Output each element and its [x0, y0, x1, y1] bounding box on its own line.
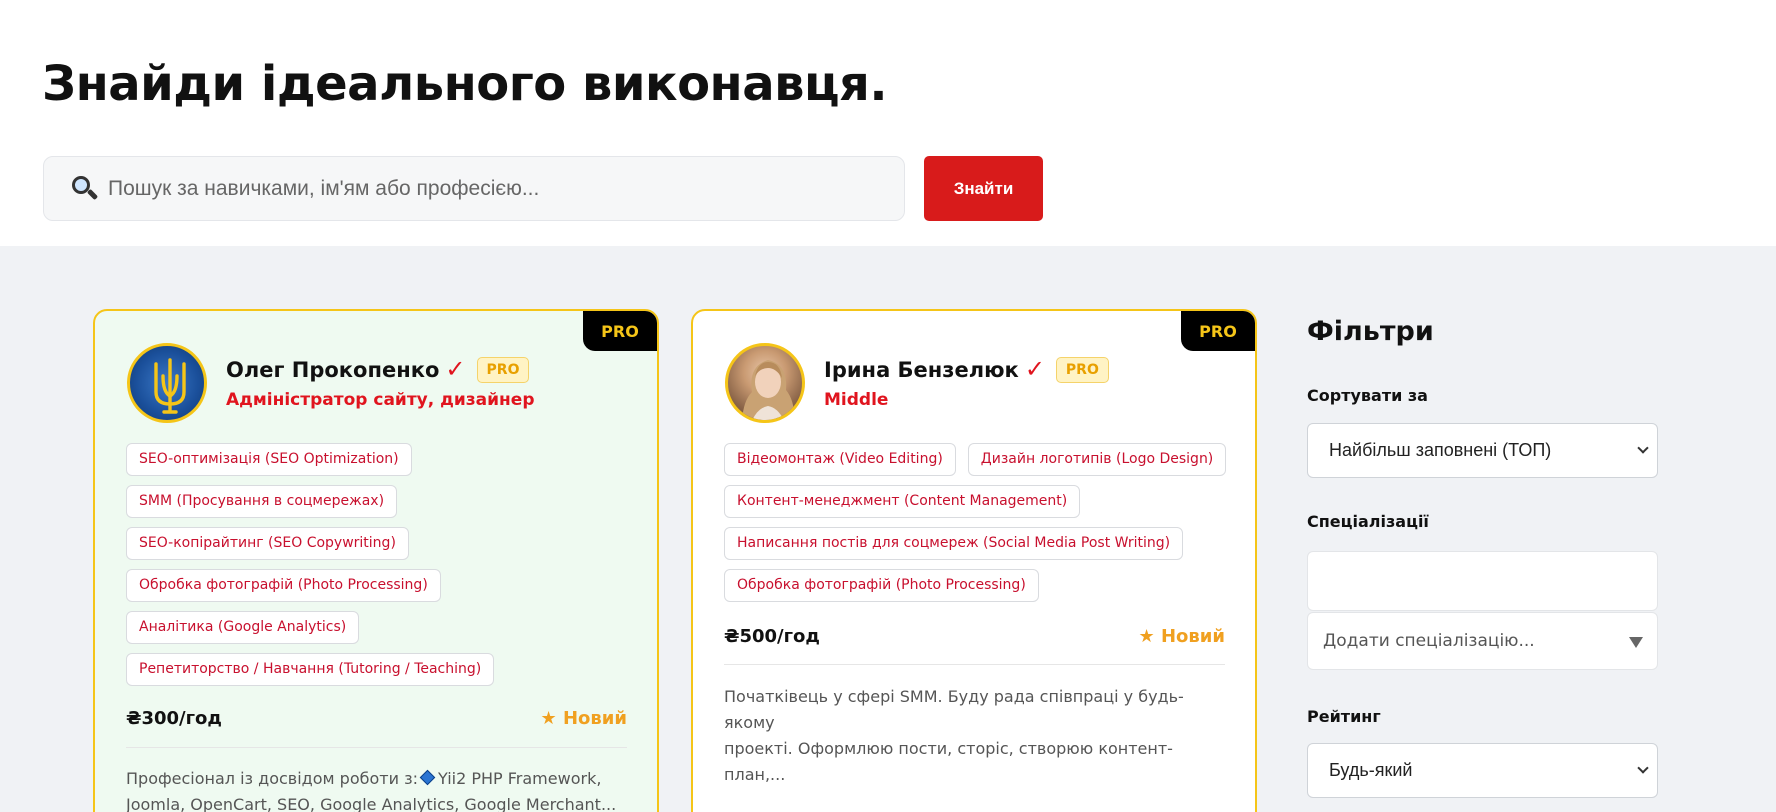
hero-section: Знайди ідеального виконавця. Знайти [0, 0, 1776, 246]
chevron-down-icon [1637, 762, 1649, 774]
skill-tag[interactable]: SMM (Просування в соцмережах) [126, 485, 398, 518]
description-text: Yii2 PHP Framework, [437, 769, 602, 788]
skill-tag[interactable]: Написання постів для соцмереж (Social Me… [724, 527, 1184, 560]
avatar[interactable] [725, 343, 805, 423]
status-badge: ★ Новий [1138, 626, 1225, 647]
description-text: проекті. Оформлюю пости, сторіс, створюю… [724, 739, 1173, 784]
add-specialization-select[interactable]: Додати спеціалізацію... [1307, 612, 1658, 670]
specializations-selected-box[interactable] [1307, 551, 1658, 611]
sort-value: Найбільш заповнені (ТОП) [1329, 440, 1552, 460]
freelancer-card[interactable]: PRO Олег Прокопенко ✓ PRO Адміністратор … [93, 309, 659, 812]
trident-icon [154, 358, 186, 414]
divider [126, 747, 627, 748]
hourly-rate: ₴500/год [724, 626, 820, 647]
search-box[interactable] [43, 156, 905, 221]
skill-tag[interactable]: SEO-копірайтинг (SEO Copywriting) [126, 527, 409, 560]
add-specialization-placeholder: Додати спеціалізацію... [1323, 631, 1535, 651]
description-text: Початківець у сфері SMM. Буду рада співп… [724, 687, 1184, 732]
filters-title: Фільтри [1307, 316, 1434, 347]
rating-label: Рейтинг [1307, 707, 1381, 726]
skill-tag[interactable]: SEO-оптимізація (SEO Optimization) [126, 443, 412, 476]
freelancer-role: Адміністратор сайту, дизайнер [226, 390, 535, 410]
pro-badge: PRO [476, 356, 530, 383]
portrait-photo [742, 360, 795, 420]
verified-check-icon: ✓ [1024, 356, 1045, 383]
skill-tags: SEO-оптимізація (SEO Optimization) SMM (… [126, 443, 596, 686]
magnifier-icon [70, 174, 100, 204]
caret-down-icon [1629, 637, 1643, 648]
freelancer-description: Професіонал із досвідом роботи з: Yii2 PH… [126, 766, 631, 812]
skill-tags: Відеомонтаж (Video Editing) Дизайн логот… [724, 443, 1234, 602]
skill-tag[interactable]: Аналітика (Google Analytics) [126, 611, 360, 644]
search-input[interactable] [108, 176, 888, 201]
filters-panel: Фільтри Сортувати за Найбільш заповнені … [1307, 316, 1659, 798]
description-text: Joomla, OpenCart, SEO, Google Analytics,… [126, 795, 617, 812]
verified-check-icon: ✓ [445, 356, 466, 383]
pro-corner-badge: PRO [1181, 311, 1255, 351]
hourly-rate: ₴300/год [126, 708, 222, 729]
pro-corner-badge: PRO [583, 311, 657, 351]
freelancer-card[interactable]: PRO Ірина Бензелюк ✓ PRO Middle Відеомон… [691, 309, 1257, 812]
skill-tag[interactable]: Обробка фотографій (Photo Processing) [724, 569, 1039, 602]
sort-select[interactable]: Найбільш заповнені (ТОП) [1307, 423, 1658, 478]
name-row: Ірина Бензелюк ✓ PRO [824, 355, 1109, 384]
chevron-down-icon [1637, 442, 1649, 454]
freelancer-name[interactable]: Ірина Бензелюк [824, 358, 1019, 382]
freelancer-name[interactable]: Олег Прокопенко [226, 358, 439, 382]
sort-label: Сортувати за [1307, 386, 1428, 405]
skill-tag[interactable]: Контент-менеджмент (Content Management) [724, 485, 1081, 518]
specializations-label: Спеціалізації [1307, 512, 1429, 531]
blue-diamond-icon [419, 769, 436, 786]
skill-tag[interactable]: Обробка фотографій (Photo Processing) [126, 569, 441, 602]
name-row: Олег Прокопенко ✓ PRO [226, 355, 530, 384]
description-text: Професіонал із досвідом роботи з: [126, 769, 418, 788]
status-badge: ★ Новий [540, 708, 627, 729]
search-button[interactable]: Знайти [924, 156, 1043, 221]
skill-tag[interactable]: Відеомонтаж (Video Editing) [724, 443, 956, 476]
skill-tag[interactable]: Репетиторство / Навчання (Tutoring / Tea… [126, 653, 495, 686]
avatar[interactable] [127, 343, 207, 423]
rating-select[interactable]: Будь-який [1307, 743, 1658, 798]
rating-value: Будь-який [1329, 760, 1413, 780]
freelancer-description: Початківець у сфері SMM. Буду рада співп… [724, 684, 1229, 788]
freelancer-role: Middle [824, 390, 889, 410]
pro-badge: PRO [1055, 356, 1109, 383]
divider [724, 664, 1225, 665]
page-title: Знайди ідеального виконавця. [42, 56, 888, 112]
skill-tag[interactable]: Дизайн логотипів (Logo Design) [967, 443, 1227, 476]
